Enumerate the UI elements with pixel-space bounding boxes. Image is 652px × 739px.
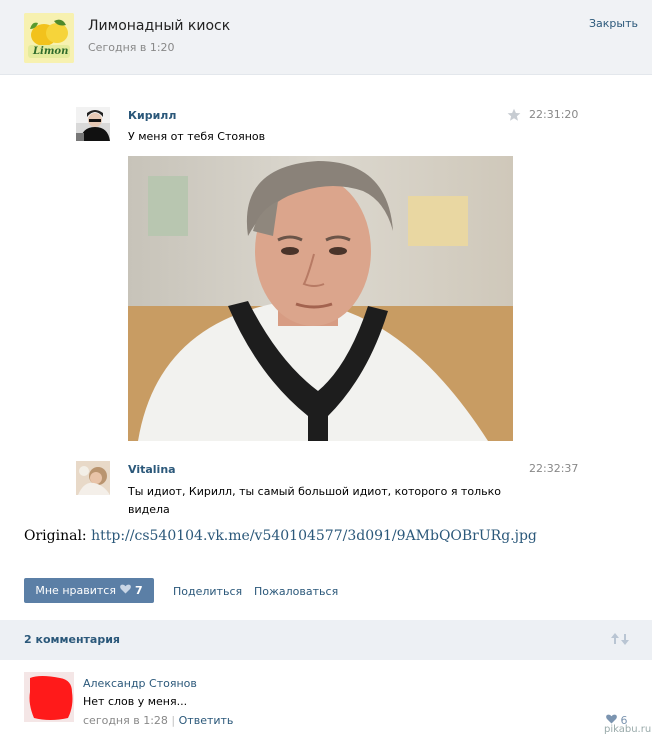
avatar-image (76, 107, 110, 141)
report-link[interactable]: Пожаловаться (254, 585, 338, 598)
post-header (0, 0, 652, 75)
group-logo[interactable]: Limon (24, 13, 74, 63)
sort-arrows-icon[interactable] (610, 631, 630, 647)
like-label: Мне нравится (35, 584, 116, 597)
comment-time: сегодня в 1:28 (83, 714, 168, 727)
like-count: 7 (134, 584, 143, 597)
avatar-kirill[interactable] (76, 107, 110, 141)
message-time: 22:31:20 (529, 108, 579, 121)
group-title[interactable]: Лимонадный киоск (88, 18, 230, 34)
photo-image (128, 156, 513, 441)
commenter-avatar[interactable] (24, 672, 74, 722)
message-text: Ты идиот, Кирилл, ты самый большой идиот… (128, 483, 548, 519)
original-url-link[interactable]: http://cs540104.vk.me/v540104577/3d091/9… (91, 528, 537, 544)
comment-text: Нет слов у меня... (83, 695, 188, 708)
censored-avatar-image (24, 672, 74, 722)
heart-icon (606, 714, 617, 724)
avatar-image (76, 461, 110, 495)
like-button[interactable]: Мне нравится 7 (24, 578, 154, 603)
meta-separator: | (171, 714, 176, 727)
original-label: Original: (24, 528, 87, 544)
comment-meta: сегодня в 1:28 | Ответить (83, 714, 233, 727)
message-time: 22:32:37 (529, 462, 579, 475)
message-text-line: видела (128, 503, 170, 516)
message-author[interactable]: Кирилл (128, 109, 176, 122)
close-link[interactable]: Закрыть (589, 17, 638, 30)
message-text: У меня от тебя Стоянов (128, 130, 266, 143)
attached-photo[interactable] (128, 156, 513, 441)
message-author[interactable]: Vitalina (128, 463, 176, 476)
avatar-vitalina[interactable] (76, 461, 110, 495)
original-line: Original: http://cs540104.vk.me/v5401045… (24, 528, 537, 544)
message-text-line: Ты идиот, Кирилл, ты самый большой идиот… (128, 485, 501, 498)
logo-text: Limon (33, 46, 69, 57)
reply-link[interactable]: Ответить (179, 714, 234, 727)
comments-count[interactable]: 2 комментария (24, 633, 120, 646)
share-link[interactable]: Поделиться (173, 585, 242, 598)
commenter-name[interactable]: Александр Стоянов (83, 677, 197, 690)
star-icon[interactable] (507, 108, 521, 125)
watermark: pikabu.ru (604, 724, 652, 735)
heart-icon (120, 584, 131, 597)
post-time: Сегодня в 1:20 (88, 41, 175, 54)
